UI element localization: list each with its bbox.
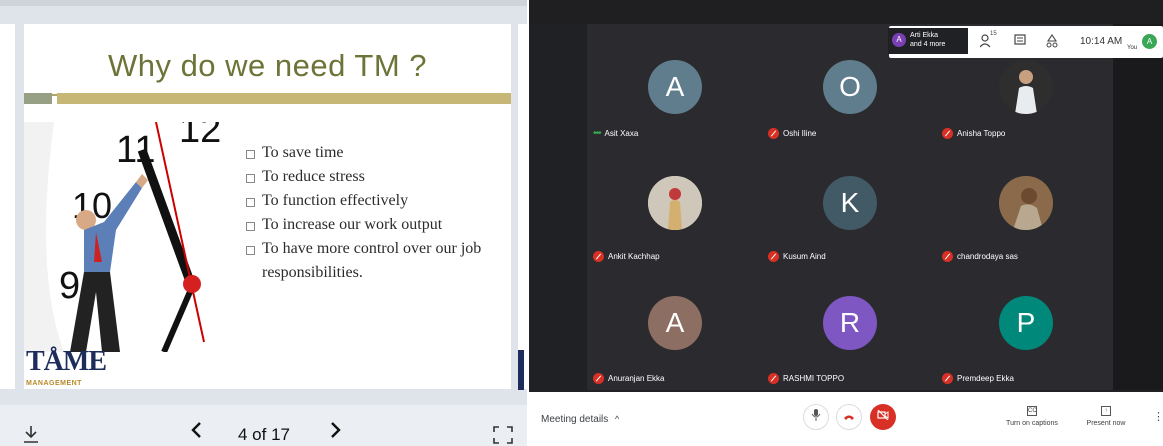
meeting-details-button[interactable]: Meeting details ^ [541,414,619,425]
self-avatar[interactable]: A [1142,34,1157,49]
title-band-left [24,93,52,104]
captions-icon: CC [1027,406,1037,416]
clock-number-12: 12 [179,122,221,151]
participant-name-tag: Ankit Kachhap [593,251,660,262]
participant-name: Kusum Aind [783,252,826,261]
screen: Why do we need TM ? 11 12 10 9 To save t… [0,0,1163,446]
participant-name-tag: Kusum Aind [768,251,826,262]
microphone-button[interactable] [803,404,829,430]
download-icon[interactable] [22,424,40,446]
participant-name-tag: Oshi Iline [768,128,816,139]
participant-name: Ankit Kachhap [608,252,660,261]
page-indicator: 4 of 17 [238,425,290,444]
participant-photo [999,176,1053,230]
participant-name-tag: Anuranjan Ekka [593,373,664,384]
participant-avatar: P [999,296,1053,350]
mic-off-icon [768,373,779,384]
previous-slide-thumbnail[interactable] [0,24,15,389]
participant-name-tag: RASHMI TOPPO [768,373,844,384]
bullet-item: To save time [244,141,504,165]
slide: Why do we need TM ? 11 12 10 9 To save t… [24,24,511,389]
participant-name-tag: ••• Asit Xaxa [593,128,638,139]
participant-name: Anisha Toppo [957,129,1006,138]
participant-avatar: A [648,60,702,114]
mic-off-icon [768,128,779,139]
participant-name: Oshi Iline [783,129,817,138]
mic-off-icon [768,251,779,262]
slide-title: Why do we need TM ? [107,48,428,83]
slide-viewer: Why do we need TM ? 11 12 10 9 To save t… [0,0,527,446]
chip-text: Arti Ekka and 4 more [910,31,945,49]
time-management-logo: TÅME MANAGEMENT [24,346,107,389]
speaking-indicator-icon: ••• [593,128,601,139]
chip-line-1: Arti Ekka [910,32,939,39]
next-page-button[interactable] [328,420,342,446]
title-band-right [57,93,511,104]
chat-icon[interactable] [1014,34,1026,50]
clock-number-9: 9 [59,265,80,307]
participant-name: Anuranjan Ekka [608,374,665,383]
microphone-icon [811,409,821,421]
captions-label: Turn on captions [1006,420,1058,427]
participant-avatar: K [823,176,877,230]
activities-icon[interactable] [1046,34,1058,51]
end-call-button[interactable] [836,404,862,430]
participant-name-tag: chandrodaya sas [942,251,1018,262]
previous-page-button[interactable] [190,420,204,446]
more-options-icon[interactable]: ⋮ [1153,410,1163,423]
viewer-top-strip [0,0,527,6]
bullet-item: To function effectively [244,189,504,213]
bullet-item: To have more control over our job respon… [244,237,504,285]
present-button[interactable]: ↑ Present now [1076,406,1136,427]
meet-control-bar: Meeting details ^ CC Turn on captions ↑ … [529,392,1163,446]
chevron-up-icon: ^ [615,414,620,424]
chip-avatar: A [892,33,906,47]
next-slide-thumbnail[interactable] [518,24,527,390]
self-label: You [1127,45,1138,51]
participant-photo [999,60,1053,114]
fullscreen-icon[interactable] [493,426,513,446]
captions-button[interactable]: CC Turn on captions [1002,406,1062,427]
mic-off-icon [942,251,953,262]
participant-name-tag: Premdeep Ekka [942,373,1014,384]
logo-main-text: TÅME [26,346,107,377]
participant-name: Asit Xaxa [604,129,639,138]
camera-off-icon [877,409,889,421]
grid-side-gutter [1113,24,1163,390]
chip-line-2: and 4 more [910,41,946,48]
mic-off-icon [942,373,953,384]
participants-chip[interactable]: A Arti Ekka and 4 more [888,28,968,54]
camera-button[interactable] [870,404,896,430]
mic-off-icon [942,128,953,139]
bullet-item: To reduce stress [244,165,504,189]
participant-name: chandrodaya sas [957,252,1018,261]
participant-avatar: O [823,60,877,114]
participant-name: Premdeep Ekka [957,374,1014,383]
browser-address-bar [529,0,1163,24]
mic-off-icon [593,251,604,262]
meeting-details-label: Meeting details [541,414,609,425]
participant-count: 15 [990,31,997,37]
present-icon: ↑ [1101,406,1111,416]
meeting-clock: 10:14 AM [1080,36,1123,47]
bullet-list: To save time To reduce stress To functio… [244,141,504,285]
clock-man-illustration: 11 12 10 9 [24,122,236,352]
logo-sub-text: MANAGEMENT [26,380,82,387]
participant-photo [648,176,702,230]
bullet-item: To increase our work output [244,213,504,237]
participant-avatar: A [648,296,702,350]
mic-off-icon [593,373,604,384]
participant-name-tag: Anisha Toppo [942,128,1005,139]
meet-window: A ••• Asit Xaxa O Oshi Iline Anisha Topp… [529,0,1163,446]
participant-name: RASHMI TOPPO [783,374,845,383]
present-label: Present now [1086,420,1126,427]
participant-avatar: R [823,296,877,350]
end-call-icon [844,415,854,420]
